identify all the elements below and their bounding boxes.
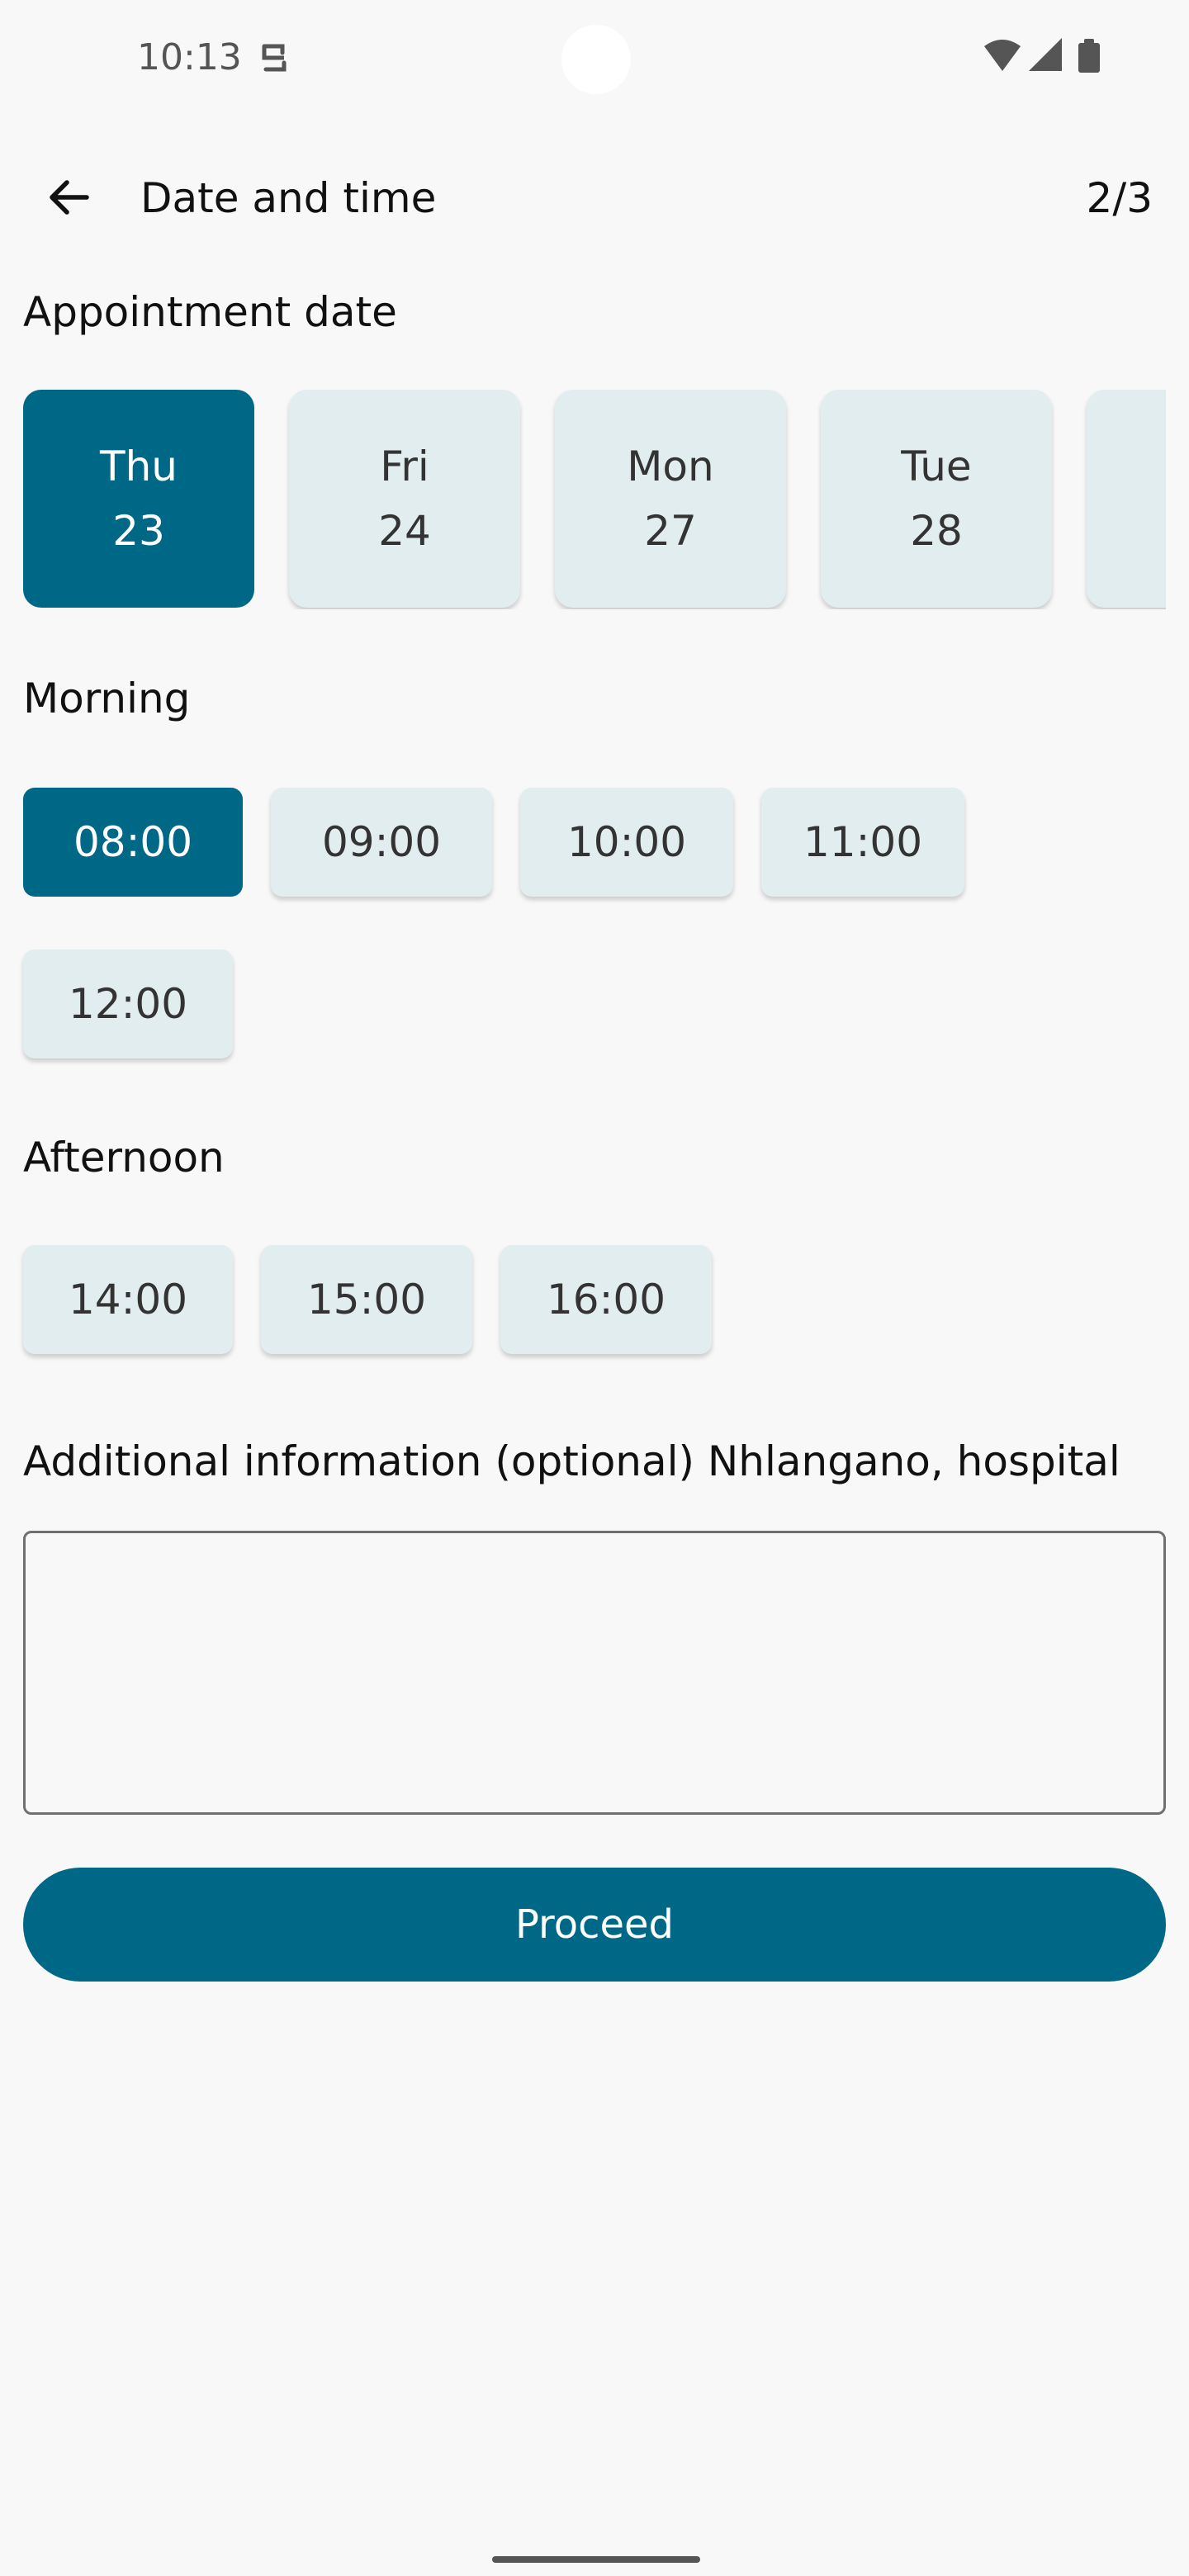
status-time: 10:13: [137, 36, 242, 78]
additional-info-label: Additional information (optional) Nhlang…: [23, 1437, 1120, 1485]
afternoon-label: Afternoon: [23, 1134, 225, 1181]
home-indicator[interactable]: [492, 2556, 700, 2563]
time-slot-1000[interactable]: 10:00: [520, 788, 733, 897]
proceed-button[interactable]: Proceed: [23, 1868, 1166, 1982]
additional-info-input[interactable]: [23, 1531, 1166, 1815]
signal-icon: [1029, 38, 1062, 71]
time-slot-0900[interactable]: 09:00: [271, 788, 492, 897]
date-day: Mon: [627, 443, 714, 490]
date-card-thu-23[interactable]: Thu 23: [23, 390, 254, 608]
date-card-partial[interactable]: W: [1087, 390, 1166, 608]
date-number: 27: [644, 507, 697, 555]
date-day: Thu: [100, 443, 178, 490]
date-selector[interactable]: Thu 23 Fri 24 Mon 27 Tue 28 W: [23, 390, 1166, 609]
date-day: Fri: [380, 443, 429, 490]
wifi-icon: [984, 40, 1021, 71]
date-number: 28: [910, 507, 963, 555]
step-indicator: 2/3: [1086, 174, 1153, 222]
time-slot-1400[interactable]: 14:00: [23, 1245, 233, 1354]
date-card-mon-27[interactable]: Mon 27: [555, 390, 786, 608]
battery-icon: [1078, 39, 1100, 73]
time-slot-0800[interactable]: 08:00: [23, 788, 243, 897]
morning-label: Morning: [23, 675, 191, 722]
time-slot-1100[interactable]: 11:00: [761, 788, 964, 897]
time-slot-1600[interactable]: 16:00: [500, 1245, 712, 1354]
status-icons: [979, 35, 1111, 81]
arrow-left-icon: [50, 180, 89, 215]
camera-cutout: [561, 25, 631, 94]
page-title: Date and time: [140, 174, 437, 222]
date-number: 23: [112, 507, 165, 555]
date-day: Tue: [901, 443, 972, 490]
appointment-date-label: Appointment date: [23, 288, 397, 336]
time-slot-1500[interactable]: 15:00: [261, 1245, 472, 1354]
date-card-tue-28[interactable]: Tue 28: [821, 390, 1052, 608]
time-slot-1200[interactable]: 12:00: [23, 949, 233, 1058]
date-number: 24: [378, 507, 431, 555]
sync-icon: [258, 35, 291, 81]
date-card-fri-24[interactable]: Fri 24: [289, 390, 520, 608]
back-button[interactable]: [33, 162, 104, 233]
